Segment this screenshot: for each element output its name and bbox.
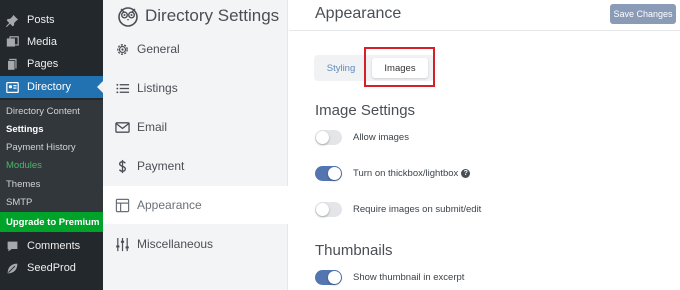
show-thumbnail-toggle[interactable] xyxy=(315,269,342,285)
directory-settings-sidebar: Directory Settings General Listings Emai… xyxy=(103,0,288,290)
option-show-thumbnail: Show thumbnail in excerpt xyxy=(315,268,464,286)
list-icon xyxy=(115,81,130,96)
wp-submenu-modules[interactable]: Modules xyxy=(6,160,42,171)
option-allow-images: Allow images xyxy=(315,128,409,146)
leaf-icon xyxy=(6,262,19,275)
wp-menu-posts[interactable]: Posts xyxy=(0,9,103,31)
thickbox-lightbox-toggle[interactable] xyxy=(315,165,342,181)
require-images-toggle[interactable] xyxy=(315,201,342,217)
pin-icon xyxy=(6,14,19,27)
nav-listings[interactable]: Listings xyxy=(103,69,288,107)
nav-general[interactable]: General xyxy=(103,30,288,68)
option-label: Require images on submit/edit xyxy=(353,203,482,215)
wp-menu-label: Comments xyxy=(27,240,81,252)
directory-settings-title: Directory Settings xyxy=(145,6,280,25)
nav-label: Payment xyxy=(137,159,185,173)
wp-menu-media[interactable]: Media xyxy=(0,31,103,53)
wp-menu-label: SeedProd xyxy=(27,262,76,274)
allow-images-toggle[interactable] xyxy=(315,129,342,145)
wp-menu-label: Media xyxy=(27,36,57,48)
sliders-icon xyxy=(115,237,130,252)
main-header: Appearance Save Changes xyxy=(289,0,680,31)
comment-icon xyxy=(6,240,19,253)
main-panel: Appearance Save Changes Styling Images I… xyxy=(289,0,680,290)
option-thickbox: Turn on thickbox/lightbox ? xyxy=(315,164,471,182)
wp-submenu-payment-history[interactable]: Payment History xyxy=(6,142,76,153)
nav-label: Miscellaneous xyxy=(137,237,214,251)
wp-submenu-smtp[interactable]: SMTP xyxy=(6,197,32,208)
upgrade-to-premium-link[interactable]: Upgrade to Premium xyxy=(0,212,103,232)
directory-icon xyxy=(6,81,19,94)
nav-label: General xyxy=(137,42,180,56)
nav-payment[interactable]: Payment xyxy=(103,147,288,185)
pages-icon xyxy=(6,58,19,71)
help-icon[interactable]: ? xyxy=(461,168,471,178)
thumbnails-title: Thumbnails xyxy=(315,242,393,259)
wp-submenu-settings[interactable]: Settings xyxy=(6,124,43,135)
wp-menu-directory[interactable]: Directory xyxy=(0,76,103,98)
nav-label: Email xyxy=(137,120,168,134)
option-label: Turn on thickbox/lightbox xyxy=(353,167,459,179)
wp-menu-pages[interactable]: Pages xyxy=(0,53,103,75)
wp-menu-comments[interactable]: Comments xyxy=(0,235,103,257)
wp-menu-label: Pages xyxy=(27,58,59,70)
tab-styling[interactable]: Styling xyxy=(316,58,366,78)
wp-submenu-themes[interactable]: Themes xyxy=(6,179,40,190)
toggle-knob xyxy=(328,270,341,284)
toggle-knob xyxy=(316,202,329,216)
save-changes-button[interactable]: Save Changes xyxy=(610,4,676,24)
wp-menu-label: Directory xyxy=(27,81,72,93)
nav-email[interactable]: Email xyxy=(103,108,288,146)
option-require-images: Require images on submit/edit xyxy=(315,200,481,218)
gear-icon xyxy=(115,42,130,57)
toggle-knob xyxy=(328,166,341,180)
option-label: Allow images xyxy=(353,131,409,143)
owl-logo-icon xyxy=(118,7,138,27)
nav-label: Listings xyxy=(137,81,178,95)
toggle-knob xyxy=(316,130,329,144)
option-label: Show thumbnail in excerpt xyxy=(353,271,465,283)
wp-submenu-directory-content[interactable]: Directory Content xyxy=(6,106,80,117)
nav-label: Appearance xyxy=(137,198,202,212)
dollar-icon xyxy=(115,159,130,174)
wp-menu-seedprod[interactable]: SeedProd xyxy=(0,257,103,279)
directory-header: Directory Settings xyxy=(117,4,279,28)
image-settings-title: Image Settings xyxy=(315,102,416,119)
media-icon xyxy=(6,35,19,49)
wp-menu-label: Posts xyxy=(27,14,55,26)
envelope-icon xyxy=(115,120,130,135)
nav-appearance[interactable]: Appearance xyxy=(103,186,288,224)
page-title: Appearance xyxy=(315,5,402,22)
layout-icon xyxy=(115,198,130,213)
highlight-box xyxy=(364,47,435,87)
wp-admin-sidebar: Posts Media Pages Directory Directory Co… xyxy=(0,0,103,290)
nav-miscellaneous[interactable]: Miscellaneous xyxy=(103,225,288,263)
